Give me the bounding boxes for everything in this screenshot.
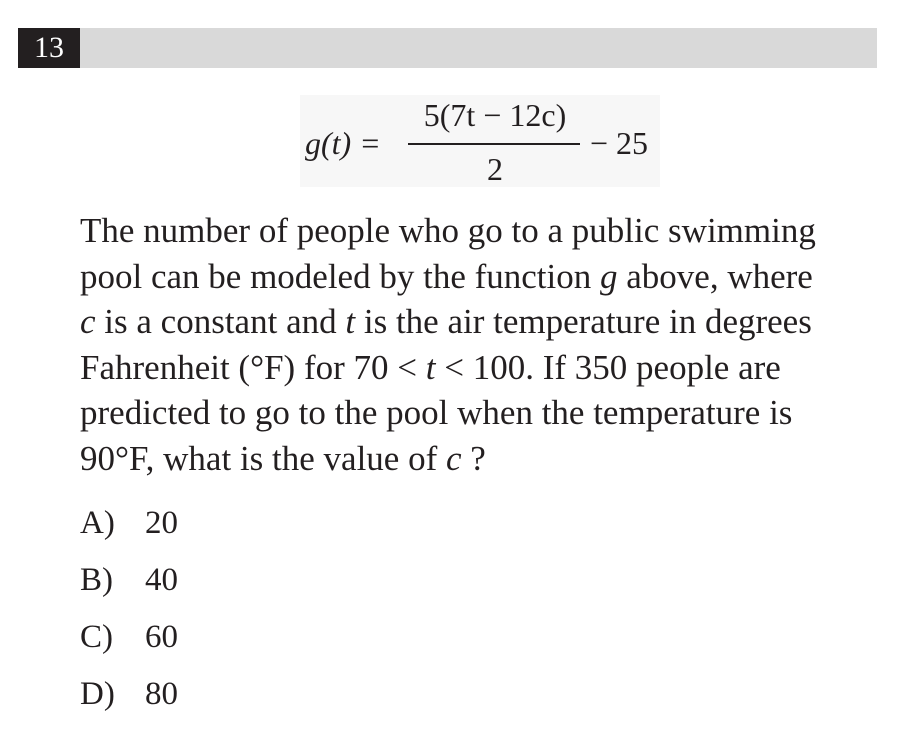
choice-b[interactable]: B) 40 [80,556,178,613]
question-line-text: pool can be modeled by the function [80,256,600,296]
choice-value: 40 [145,562,178,598]
question-number: 13 [18,28,80,68]
variable-c: c [446,438,462,478]
question-line-text: < 100. If 350 people are [435,347,781,387]
question-line: predicted to go to the pool when the tem… [80,390,880,436]
choice-value: 80 [145,676,178,712]
fraction-bar [408,143,580,145]
question-line: c is a constant and t is the air tempera… [80,299,880,345]
choice-letter: D) [80,676,115,712]
choice-value: 20 [145,505,178,541]
question-line-text: ? [461,438,486,478]
question-line: Fahrenheit (°F) for 70 < t < 100. If 350… [80,345,880,391]
choice-d[interactable]: D) 80 [80,670,178,727]
question-line-text: The number of people who go to a public … [80,211,816,250]
choice-value: 60 [145,619,178,655]
variable-g: g [600,256,618,296]
question-line-text: 90°F, what is the value of [80,438,446,478]
formula-numerator: 5(7t − 12c) [423,97,567,133]
formula-denominator: 2 [487,151,503,187]
choice-letter: C) [80,619,113,655]
formula-rhs: − 25 [590,125,649,161]
choice-c[interactable]: C) 60 [80,613,178,670]
choice-a[interactable]: A) 20 [80,499,178,556]
question-text: The number of people who go to a public … [80,208,880,481]
question-line: 90°F, what is the value of c ? [80,436,880,482]
question-line-text: Fahrenheit (°F) for 70 < [80,347,426,387]
question-line-text: is the air temperature in degrees [355,302,812,341]
choice-letter: A) [80,505,115,541]
variable-t: t [345,302,356,341]
question-line-text: is a constant and [95,302,346,341]
question-header-bar: 13 [18,28,877,68]
choice-letter: B) [80,562,113,598]
formula-lhs-text: g(t) = [305,125,381,161]
answer-choices: A) 20 B) 40 C) 60 D) 80 [80,499,178,727]
question-line: pool can be modeled by the function g ab… [80,254,880,300]
formula-lhs: g(t) = [305,125,381,162]
question-line: The number of people who go to a public … [80,208,880,254]
question-line-text: above, where [617,256,813,296]
function-formula: g(t) = 5(7t − 12c) 2 − 25 [300,95,660,187]
question-line-text: predicted to go to the pool when the tem… [80,393,793,432]
variable-c: c [80,302,96,341]
